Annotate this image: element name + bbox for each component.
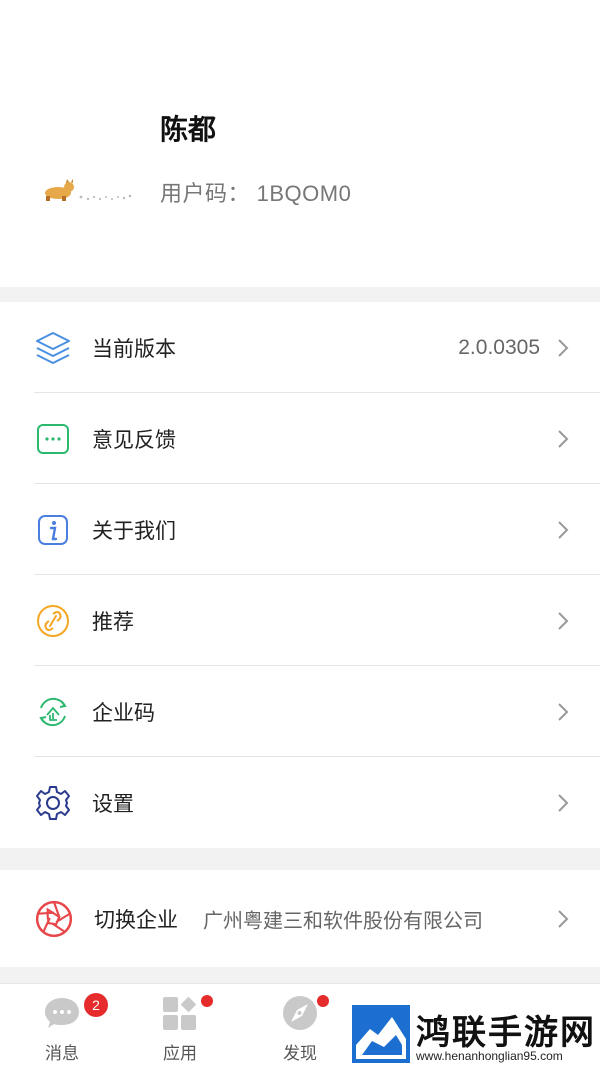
tab-label: 应用 bbox=[163, 1044, 197, 1063]
watermark-url: www.henanhonglian95.com bbox=[416, 1049, 563, 1063]
message-bubble-icon bbox=[45, 998, 79, 1028]
menu-item-version[interactable]: 当前版本 2.0.0305 bbox=[0, 302, 600, 393]
version-value: 2.0.0305 bbox=[458, 335, 540, 359]
menu-item-recommend[interactable]: 推荐 bbox=[0, 575, 600, 666]
apps-grid-icon bbox=[163, 997, 196, 1030]
user-code: 用户码： 1BQOM0 bbox=[160, 181, 352, 206]
avatar[interactable] bbox=[36, 172, 140, 212]
watermark-logo bbox=[352, 1005, 410, 1063]
chevron-right-icon bbox=[558, 338, 569, 357]
enterprise-code-icon bbox=[39, 697, 67, 726]
tab-label: 发现 bbox=[283, 1044, 317, 1063]
menu-item-label: 推荐 bbox=[92, 610, 134, 634]
chevron-right-icon bbox=[558, 429, 569, 448]
switch-enterprise-label: 切换企业 bbox=[94, 908, 178, 932]
chevron-right-icon bbox=[558, 793, 569, 812]
tab-apps[interactable]: 应用 bbox=[130, 984, 230, 1067]
switch-enterprise-row[interactable]: 切换企业 广州粤建三和软件股份有限公司 bbox=[0, 870, 600, 967]
menu-item-label: 意见反馈 bbox=[92, 428, 176, 452]
chevron-right-icon bbox=[558, 611, 569, 630]
settings-menu: 当前版本 2.0.0305 意见反馈 关于我们 推荐 企业码 设置 bbox=[0, 302, 600, 848]
user-name: 陈都 bbox=[160, 114, 217, 145]
menu-item-label: 关于我们 bbox=[92, 519, 176, 543]
menu-item-feedback[interactable]: 意见反馈 bbox=[0, 393, 600, 484]
menu-item-label: 设置 bbox=[92, 792, 134, 816]
info-icon bbox=[38, 514, 68, 545]
feedback-chat-icon bbox=[37, 423, 69, 454]
profile-header: 陈都 用户码： 1BQOM0 bbox=[0, 0, 600, 287]
recommend-link-icon bbox=[37, 604, 69, 637]
tab-discover[interactable]: 发现 bbox=[250, 984, 350, 1067]
current-company-name: 广州粤建三和软件股份有限公司 bbox=[203, 910, 483, 932]
watermark: 鸿联手游网 www.henanhonglian95.com bbox=[352, 1003, 600, 1067]
aperture-icon bbox=[35, 900, 73, 937]
gear-icon bbox=[36, 785, 70, 820]
menu-item-enterprise-code[interactable]: 企业码 bbox=[0, 666, 600, 757]
chevron-right-icon bbox=[558, 520, 569, 539]
tab-messages[interactable]: 2 消息 bbox=[12, 984, 112, 1067]
menu-item-about[interactable]: 关于我们 bbox=[0, 484, 600, 575]
chevron-right-icon bbox=[558, 909, 569, 928]
menu-item-settings[interactable]: 设置 bbox=[0, 757, 600, 848]
notification-dot bbox=[317, 995, 329, 1007]
chevron-right-icon bbox=[558, 702, 569, 721]
layers-icon bbox=[36, 331, 70, 364]
tab-label: 消息 bbox=[45, 1044, 79, 1063]
unread-badge: 2 bbox=[84, 993, 108, 1017]
watermark-title: 鸿联手游网 bbox=[416, 1013, 596, 1053]
notification-dot bbox=[201, 995, 213, 1007]
compass-icon bbox=[283, 996, 317, 1030]
menu-item-label: 企业码 bbox=[92, 701, 155, 725]
menu-item-label: 当前版本 bbox=[92, 337, 176, 361]
